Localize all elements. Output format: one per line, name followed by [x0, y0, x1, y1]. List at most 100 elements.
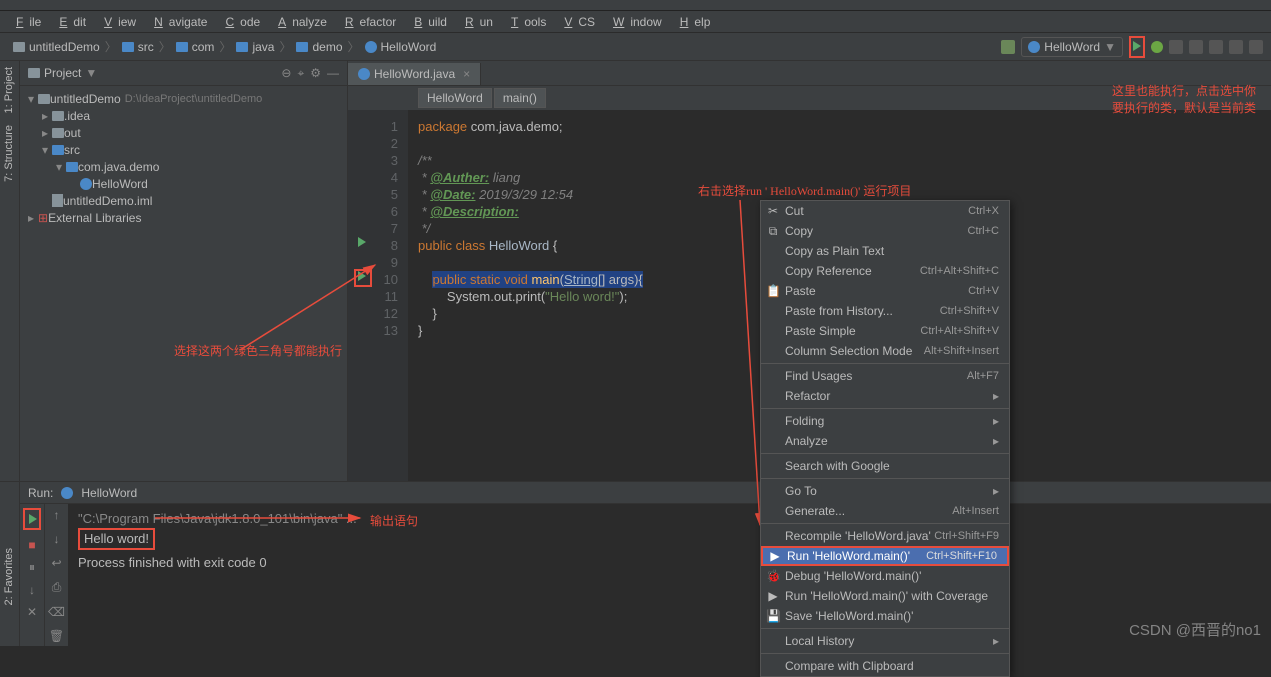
menu-item[interactable]: 📋PasteCtrl+V [761, 281, 1009, 301]
close-icon[interactable]: × [463, 67, 470, 81]
menu-vcs[interactable]: VCS [552, 15, 601, 29]
project-tab[interactable]: 1: Project [0, 61, 18, 119]
menu-item[interactable]: Paste SimpleCtrl+Alt+Shift+V [761, 321, 1009, 341]
menu-item[interactable]: Find UsagesAlt+F7 [761, 366, 1009, 386]
menu-tools[interactable]: Tools [499, 15, 552, 29]
pause-icon[interactable]: ⏸ [29, 560, 35, 575]
menubar: FileEditViewNavigateCodeAnalyzeRefactorB… [0, 11, 1271, 33]
tree-item[interactable]: ▸ .idea [20, 107, 347, 124]
editor-tab[interactable]: HelloWord.java × [348, 63, 481, 85]
tree-item[interactable]: HelloWord [20, 175, 347, 192]
trash-icon[interactable]: 🗑 [49, 629, 64, 643]
coverage-button[interactable] [1169, 40, 1183, 54]
menu-code[interactable]: Code [213, 15, 266, 29]
annotation-gutter: 选择这两个绿色三角号都能执行 [174, 342, 342, 359]
menu-item[interactable]: ▶Run 'HelloWord.main()' with Coverage [761, 586, 1009, 606]
editor-gutter[interactable]: 12345678910111213 [348, 110, 408, 481]
context-menu[interactable]: ✂CutCtrl+X⧉CopyCtrl+CCopy as Plain TextC… [760, 200, 1010, 677]
tree-item[interactable]: ▾ com.java.demo [20, 158, 347, 175]
play-icon [1133, 41, 1141, 51]
class-icon [61, 487, 73, 499]
breadcrumb-item[interactable]: untitledDemo [8, 40, 105, 54]
menu-item[interactable]: Folding▸ [761, 411, 1009, 431]
run-config-selector[interactable]: HelloWord ▼ [1021, 37, 1123, 57]
menu-item[interactable]: 🐞Debug 'HelloWord.main()' [761, 566, 1009, 586]
breadcrumb-item[interactable]: com [171, 40, 220, 54]
console-output[interactable]: "C:\Program Files\Java\jdk1.8.0_101\bin\… [68, 504, 1271, 646]
project-panel: Project ▼ ⊖ ⌖ ⚙ ― ▾ untitledDemoD:\IdeaP… [20, 61, 348, 481]
menu-file[interactable]: File [4, 15, 47, 29]
menu-refactor[interactable]: Refactor [333, 15, 402, 29]
menu-item[interactable]: Paste from History...Ctrl+Shift+V [761, 301, 1009, 321]
breadcrumb-item[interactable]: src [117, 40, 159, 54]
code-line[interactable]: package com.java.demo; [418, 118, 1271, 135]
gutter-run-icon[interactable] [358, 237, 366, 247]
menu-item[interactable]: 💾Save 'HelloWord.main()' [761, 606, 1009, 626]
menu-window[interactable]: Window [601, 15, 668, 29]
menu-item[interactable]: Compare with Clipboard [761, 656, 1009, 676]
menu-view[interactable]: View [92, 15, 142, 29]
menu-edit[interactable]: Edit [47, 15, 92, 29]
collapse-icon[interactable]: ⊖ [281, 66, 291, 81]
menu-item[interactable]: Column Selection ModeAlt+Shift+Insert [761, 341, 1009, 361]
menu-item[interactable]: Search with Google [761, 456, 1009, 476]
tree-item[interactable]: ▸⊞ External Libraries [20, 209, 347, 226]
class-icon [365, 41, 377, 53]
clear-icon[interactable]: ⌫ [48, 605, 65, 619]
tree-item[interactable]: ▸ out [20, 124, 347, 141]
class-icon [1028, 41, 1040, 53]
build-icon[interactable] [1001, 40, 1015, 54]
menu-item[interactable]: Generate...Alt+Insert [761, 501, 1009, 521]
bc-item[interactable]: main() [494, 88, 546, 108]
menu-item[interactable]: Recompile 'HelloWord.java'Ctrl+Shift+F9 [761, 526, 1009, 546]
search-icon[interactable] [1249, 40, 1263, 54]
stop-button[interactable]: ■ [28, 538, 35, 552]
menu-item[interactable]: Local History▸ [761, 631, 1009, 651]
stop-button[interactable] [1189, 40, 1203, 54]
down-icon[interactable]: ↓ [29, 583, 35, 597]
tab-label: HelloWord.java [374, 67, 455, 81]
bc-item[interactable]: HelloWord [418, 88, 492, 108]
menu-help[interactable]: Help [668, 15, 717, 29]
structure-tab[interactable]: 7: Structure [0, 119, 18, 188]
breadcrumb-item[interactable]: java [231, 40, 279, 54]
rerun-button-highlighted[interactable] [23, 508, 41, 530]
menu-item[interactable]: ✂CutCtrl+X [761, 201, 1009, 221]
menu-run[interactable]: Run [453, 15, 499, 29]
run-button-highlighted[interactable] [1129, 36, 1145, 58]
down-icon[interactable]: ↓ [54, 532, 60, 546]
favorites-tab[interactable]: 2: Favorites [0, 542, 18, 611]
close-icon[interactable]: ✕ [27, 605, 37, 619]
wrap-icon[interactable]: ↩ [51, 556, 61, 570]
menu-item[interactable]: ▶Run 'HelloWord.main()'Ctrl+Shift+F10 [761, 546, 1009, 566]
up-icon[interactable]: ↑ [54, 508, 60, 522]
tw-title: HelloWord [81, 486, 137, 500]
project-tree[interactable]: ▾ untitledDemoD:\IdeaProject\untitledDem… [20, 86, 347, 230]
code-line[interactable] [418, 135, 1271, 152]
menu-navigate[interactable]: Navigate [142, 15, 213, 29]
hide-icon[interactable]: ― [327, 66, 339, 81]
gear-icon[interactable]: ⚙ [310, 66, 321, 81]
menu-build[interactable]: Build [402, 15, 453, 29]
print-icon[interactable]: ⎙ [52, 580, 62, 595]
menu-item[interactable]: Copy as Plain Text [761, 241, 1009, 261]
menu-item[interactable]: Refactor▸ [761, 386, 1009, 406]
breadcrumb-item[interactable]: HelloWord [360, 40, 442, 54]
titlebar [0, 0, 1271, 11]
menu-analyze[interactable]: Analyze [266, 15, 333, 29]
code-line[interactable]: /** [418, 152, 1271, 169]
toolbar-icon[interactable] [1229, 40, 1243, 54]
tree-item[interactable]: ▾ untitledDemoD:\IdeaProject\untitledDem… [20, 90, 347, 107]
breadcrumb-item[interactable]: demo [291, 40, 347, 54]
menu-item[interactable]: Analyze▸ [761, 431, 1009, 451]
tree-item[interactable]: untitledDemo.iml [20, 192, 347, 209]
menu-item[interactable]: ⧉CopyCtrl+C [761, 221, 1009, 241]
debug-button[interactable] [1151, 41, 1163, 53]
menu-item[interactable]: Go To▸ [761, 481, 1009, 501]
annotation-context: 右击选择run ' HelloWord.main()' 运行项目 [698, 182, 911, 199]
target-icon[interactable]: ⌖ [297, 66, 304, 81]
menu-icon: ▶ [766, 589, 780, 603]
menu-item[interactable]: Copy ReferenceCtrl+Alt+Shift+C [761, 261, 1009, 281]
tree-item[interactable]: ▾ src [20, 141, 347, 158]
toolbar-icon[interactable] [1209, 40, 1223, 54]
